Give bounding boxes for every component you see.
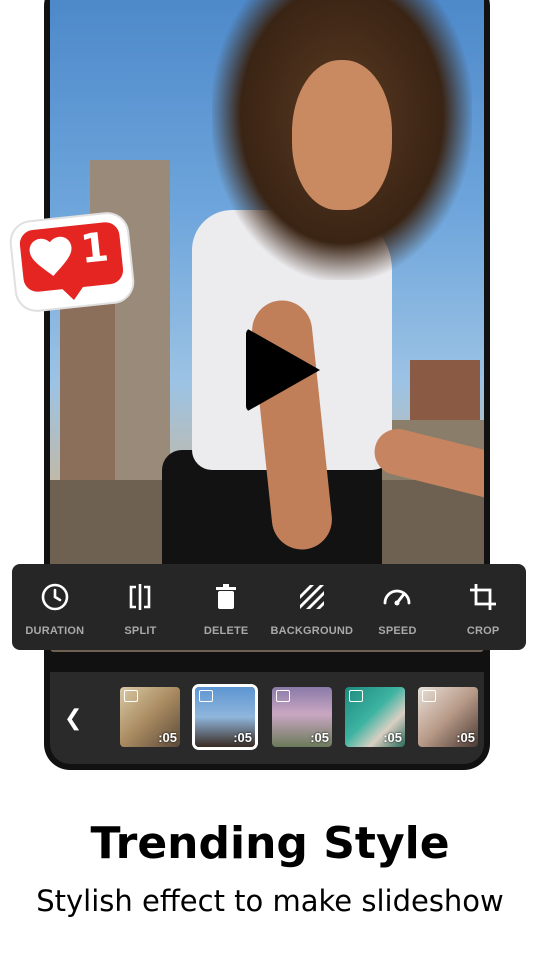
background-icon [299, 585, 324, 609]
image-icon [422, 690, 436, 702]
heart-icon [29, 236, 72, 277]
video-preview[interactable] [50, 0, 484, 652]
like-badge-tail [60, 284, 86, 302]
clock-icon [41, 583, 69, 611]
background-button[interactable]: BACKGROUND [270, 577, 354, 637]
speed-label: SPEED [378, 625, 417, 637]
clip-thumbnail-selected[interactable]: :05 [195, 687, 255, 747]
crop-label: CROP [466, 625, 500, 637]
image-icon [349, 690, 363, 702]
trash-icon [216, 584, 237, 609]
delete-button[interactable]: DELETE [185, 577, 267, 637]
headline: Trending Style [90, 818, 450, 869]
dancing-woman [142, 0, 484, 652]
like-count: 1 [78, 224, 111, 273]
clip-duration: :05 [158, 730, 177, 745]
speedometer-icon [384, 589, 411, 606]
edit-toolbar: DURATION SPLIT DELETE BACKGROUND SPEED C… [12, 564, 526, 650]
image-icon [124, 690, 138, 702]
split-icon [130, 584, 151, 610]
clip-duration: :05 [383, 730, 402, 745]
speed-button[interactable]: SPEED [356, 577, 438, 637]
play-icon[interactable] [246, 328, 320, 412]
crop-button[interactable]: CROP [442, 577, 524, 637]
background-label: BACKGROUND [270, 625, 354, 637]
clip-timeline: ❮ :05 :05 :05 :05 :05 [50, 672, 484, 764]
chevron-left-icon[interactable]: ❮ [64, 706, 82, 731]
crop-icon [470, 584, 497, 610]
image-icon [199, 690, 213, 702]
split-label: SPLIT [124, 625, 157, 637]
clip-duration: :05 [310, 730, 329, 745]
clip-thumbnail[interactable]: :05 [418, 687, 478, 747]
image-icon [276, 690, 290, 702]
delete-label: DELETE [203, 625, 249, 637]
duration-label: DURATION [25, 625, 85, 637]
duration-button[interactable]: DURATION [14, 577, 96, 637]
clip-thumbnail[interactable]: :05 [345, 687, 405, 747]
face [292, 60, 392, 210]
like-badge: 1 [9, 212, 135, 312]
subheadline: Stylish effect to make slideshow [36, 884, 504, 918]
clip-duration: :05 [456, 730, 475, 745]
clip-duration: :05 [233, 730, 252, 745]
clip-thumbnail[interactable]: :05 [272, 687, 332, 747]
clip-thumbnail[interactable]: :05 [120, 687, 180, 747]
split-button[interactable]: SPLIT [99, 577, 181, 637]
